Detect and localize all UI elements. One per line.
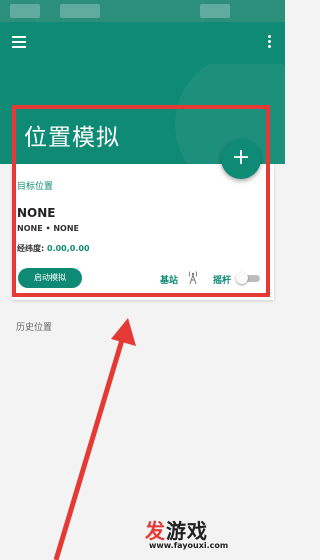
status-blur [200,4,230,18]
annotation-highlight-box [12,105,270,297]
app-bar [0,22,285,64]
status-blur [60,4,100,18]
watermark-title-red: 发 [145,519,166,543]
watermark-title-dark: 游戏 [166,519,208,543]
status-bar [0,0,285,22]
status-blur [10,4,40,18]
watermark-title: 发游戏 [145,515,208,544]
watermark-url: www.fayouxi.com [149,541,229,550]
history-label: 历史位置 [16,323,53,333]
more-vert-icon[interactable] [268,35,272,49]
menu-icon[interactable] [12,36,26,48]
watermark: 发游戏 www.fayouxi.com [145,515,285,560]
